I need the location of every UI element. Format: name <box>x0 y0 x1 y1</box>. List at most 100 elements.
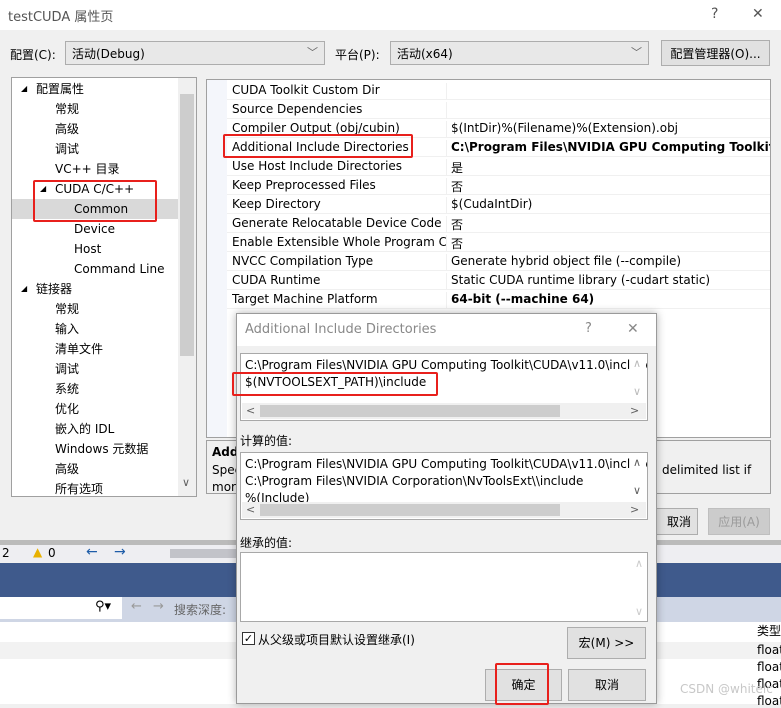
property-value[interactable]: 否 <box>446 216 770 233</box>
property-row[interactable]: Keep Preprocessed Files 否 <box>227 176 770 195</box>
dialog-title: Additional Include Directories <box>245 322 437 337</box>
tree-item-label: VC++ 目录 <box>55 162 120 176</box>
platform-select[interactable]: 活动(x64) ﹀ <box>390 41 649 65</box>
property-name: Keep Directory <box>232 197 321 211</box>
edit-line: C:\Program Files\NVIDIA GPU Computing To… <box>245 358 648 372</box>
tree-item-label: 调试 <box>55 142 80 156</box>
close-button[interactable]: ✕ <box>752 6 764 22</box>
property-name: CUDA Runtime <box>232 273 321 287</box>
inherited-values-box: ∧ ∨ <box>240 552 648 622</box>
include-dirs-dialog: Additional Include Directories ? ✕ C:\Pr… <box>232 313 657 705</box>
title-bar: testCUDA 属性页 ? ✕ <box>0 0 781 30</box>
property-row[interactable]: Keep Directory $(CudaIntDir) <box>227 195 770 214</box>
warning-count[interactable]: 0 <box>48 546 56 560</box>
dialog-help-button[interactable]: ? <box>585 321 592 336</box>
property-row[interactable]: Use Host Include Directories 是 <box>227 157 770 176</box>
platform-label: 平台(P): <box>335 48 380 62</box>
property-value[interactable]: 64-bit (--machine 64) <box>446 292 770 309</box>
tree-item-label: 常规 <box>55 102 80 116</box>
inherit-checkbox[interactable]: ✓ <box>242 632 255 645</box>
property-value[interactable] <box>446 102 770 119</box>
tree-item-label: 优化 <box>55 402 80 416</box>
description-title: Add <box>212 445 239 459</box>
error-count[interactable]: 2 <box>2 546 10 560</box>
watermark: CSDN @whitelc <box>680 682 773 696</box>
config-select[interactable]: 活动(Debug) ﹀ <box>65 41 325 65</box>
highlight-box <box>495 663 549 705</box>
type-cell: float <box>757 643 781 657</box>
property-row[interactable]: CUDA Toolkit Custom Dir <box>227 81 770 100</box>
property-value[interactable]: 否 <box>446 178 770 195</box>
property-row[interactable]: Source Dependencies <box>227 100 770 119</box>
back-icon[interactable]: ← <box>131 599 142 614</box>
macros-button[interactable]: 宏(M) >> <box>567 627 646 659</box>
tree-item-label: 嵌入的 IDL <box>55 422 115 436</box>
property-row[interactable]: Target Machine Platform 64-bit (--machine… <box>227 290 770 309</box>
property-row[interactable]: Generate Relocatable Device Code 否 <box>227 214 770 233</box>
arrow-left-icon[interactable]: ← <box>86 544 98 560</box>
property-row[interactable]: NVCC Compilation Type Generate hybrid obj… <box>227 252 770 271</box>
property-value[interactable] <box>446 83 770 100</box>
tree-item-label: 常规 <box>55 302 80 316</box>
computed-line: C:\Program Files\NVIDIA GPU Computing To… <box>245 457 648 471</box>
type-cell: float <box>757 694 781 708</box>
type-cell: float <box>757 660 781 674</box>
highlight-box <box>223 134 413 158</box>
description-text-end: delimited list if <box>662 463 752 477</box>
highlight-box <box>232 372 438 396</box>
dialog-cancel-button[interactable]: 取消 <box>568 669 646 701</box>
tree-item-label: 输入 <box>55 322 80 336</box>
tree-scrollbar[interactable]: ∨ <box>178 78 196 496</box>
property-name: Target Machine Platform <box>232 292 378 306</box>
property-tree: ◢ 配置属性 常规 高级 调试 VC++ 目录 ◢ CUDA C/C++ Common Devic… <box>11 77 197 497</box>
tree-item-label: 清单文件 <box>55 342 104 356</box>
horizontal-scrollbar[interactable]: < > <box>242 403 646 419</box>
search-input[interactable]: ⚲▾ <box>0 597 122 619</box>
computed-label: 计算的值: <box>240 434 293 448</box>
inherited-label: 继承的值: <box>240 536 293 550</box>
search-icon: ⚲▾ <box>95 599 112 614</box>
property-name: Compiler Output (obj/cubin) <box>232 121 400 135</box>
property-value[interactable]: Generate hybrid object file (--compile) <box>446 254 770 271</box>
config-manager-button[interactable]: 配置管理器(O)... <box>661 40 770 66</box>
dialog-title-bar: Additional Include Directories ? ✕ <box>237 314 656 346</box>
chevron-down-icon: ﹀ <box>631 46 642 59</box>
scroll-down-icon[interactable]: ∨ <box>182 476 190 489</box>
horizontal-scrollbar[interactable]: < > <box>242 502 646 518</box>
property-row[interactable]: CUDA Runtime Static CUDA runtime library … <box>227 271 770 290</box>
config-label: 配置(C): <box>10 48 56 62</box>
tree-item-label: Command Line <box>74 262 165 276</box>
help-button[interactable]: ? <box>711 6 718 22</box>
property-name: NVCC Compilation Type <box>232 254 374 268</box>
tree-item-label: Device <box>74 222 116 236</box>
tree-item-label: 高级 <box>55 462 80 476</box>
property-value[interactable]: Static CUDA runtime library (-cudart sta… <box>446 273 770 290</box>
scroll-thumb[interactable] <box>180 94 194 356</box>
cancel-label: 取消 <box>666 515 691 529</box>
property-value[interactable]: 否 <box>446 235 770 252</box>
property-name: Keep Preprocessed Files <box>232 178 376 192</box>
highlight-box <box>33 180 157 222</box>
property-value[interactable]: $(IntDir)%(Filename)%(Extension).obj <box>446 121 770 138</box>
tree-item-label: 系统 <box>55 382 80 396</box>
property-value[interactable]: 是 <box>446 159 770 176</box>
property-value[interactable]: $(CudaIntDir) <box>446 197 770 214</box>
tree-item-label: 所有选项 <box>55 482 104 496</box>
forward-icon[interactable]: → <box>153 599 164 614</box>
inherit-checkbox-label[interactable]: 从父级或项目默认设置继承(I) <box>258 631 415 648</box>
property-name: CUDA Toolkit Custom Dir <box>232 83 380 97</box>
dialog-close-button[interactable]: ✕ <box>627 321 639 337</box>
warning-icon: ▲ <box>33 545 43 559</box>
tree-item-label: 配置属性 <box>36 82 85 96</box>
expand-arrow-icon[interactable]: ◢ <box>21 79 27 99</box>
search-depth-label: 搜索深度: <box>174 603 227 617</box>
computed-values-box: C:\Program Files\NVIDIA GPU Computing To… <box>240 452 648 520</box>
property-value[interactable]: C:\Program Files\NVIDIA GPU Computing To… <box>446 140 770 157</box>
property-name: Use Host Include Directories <box>232 159 403 173</box>
property-row[interactable]: Enable Extensible Whole Program Compilat… <box>227 233 770 252</box>
tree-item-label: Host <box>74 242 102 256</box>
apply-button[interactable]: 应用(A) <box>708 508 770 535</box>
arrow-right-icon[interactable]: → <box>114 544 126 560</box>
expand-arrow-icon[interactable]: ◢ <box>21 279 27 299</box>
description-text-2: mor <box>212 480 236 494</box>
